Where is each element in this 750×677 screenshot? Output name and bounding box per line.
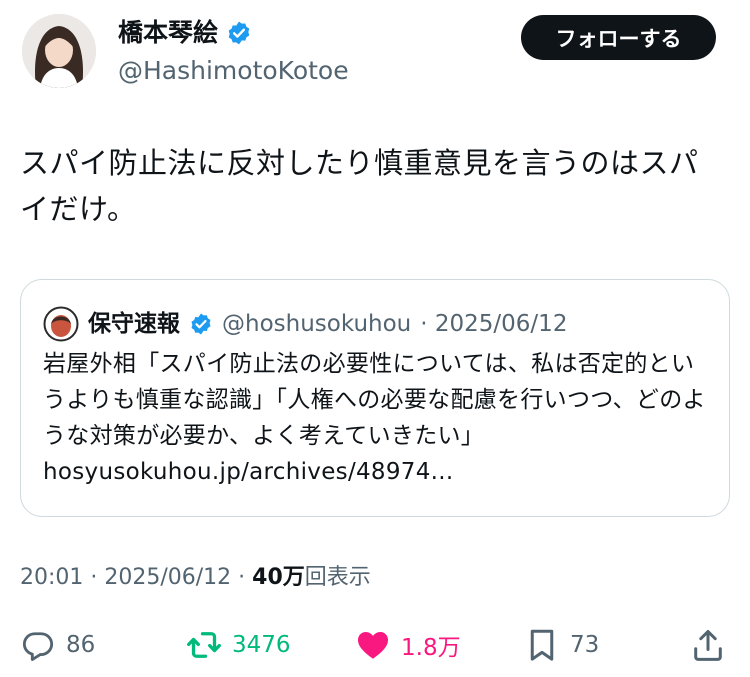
tweet-text: スパイ防止法に反対したり慎重意見を言うのはスパイだけ。 (20, 146, 699, 226)
bookmark-icon (530, 629, 554, 661)
like-count: 1.8万 (401, 635, 461, 661)
bookmark-button[interactable]: 73 (524, 620, 599, 670)
views-label: 回表示 (304, 565, 371, 590)
reply-count: 86 (66, 632, 96, 658)
author-display-name[interactable]: 橋本琴絵 (118, 18, 218, 48)
quoted-verified-badge-icon (191, 313, 211, 335)
reply-button[interactable]: 86 (20, 620, 95, 670)
author-avatar[interactable] (22, 14, 96, 88)
reply-icon (22, 632, 54, 661)
tweet-timestamp[interactable]: 20:01 · 2025/06/12 · (20, 565, 252, 590)
quoted-tweet-date: · 2025/06/12 (420, 311, 568, 337)
views-count: 40万 (252, 565, 305, 590)
quoted-author-name: 保守速報 (88, 311, 180, 337)
tweet-timestamp-row: 20:01 · 2025/06/12 · 40万回表示 (20, 563, 371, 593)
retweet-count: 3476 (232, 632, 291, 658)
retweet-icon (187, 632, 221, 658)
avatar-photo (22, 14, 96, 88)
retweet-button[interactable]: 3476 (186, 620, 291, 670)
action-bar: 86 3476 1.8万 73 (0, 620, 750, 670)
like-button[interactable]: 1.8万 (355, 620, 461, 670)
quoted-tweet-header: 保守速報 @hoshusokuhou · 2025/06/12 (43, 306, 567, 342)
verified-badge-icon (228, 21, 250, 45)
follow-button[interactable]: フォローする (521, 15, 716, 60)
heart-icon (358, 631, 388, 659)
author-name-row[interactable]: 橋本琴絵 (118, 18, 252, 48)
share-button[interactable] (690, 620, 726, 670)
quoted-author-handle: @hoshusokuhou (222, 311, 412, 337)
quoted-tweet-text: 岩屋外相「スパイ防止法の必要性については、私は否定的というよりも慎重な認識」「人… (43, 351, 706, 485)
quoted-author-avatar (43, 306, 79, 342)
bookmark-count: 73 (570, 632, 600, 658)
author-handle[interactable]: @HashimotoKotoe (118, 56, 349, 86)
share-icon (694, 630, 722, 661)
quoted-tweet-card[interactable]: 保守速報 @hoshusokuhou · 2025/06/12 岩屋外相「スパイ… (20, 279, 730, 517)
